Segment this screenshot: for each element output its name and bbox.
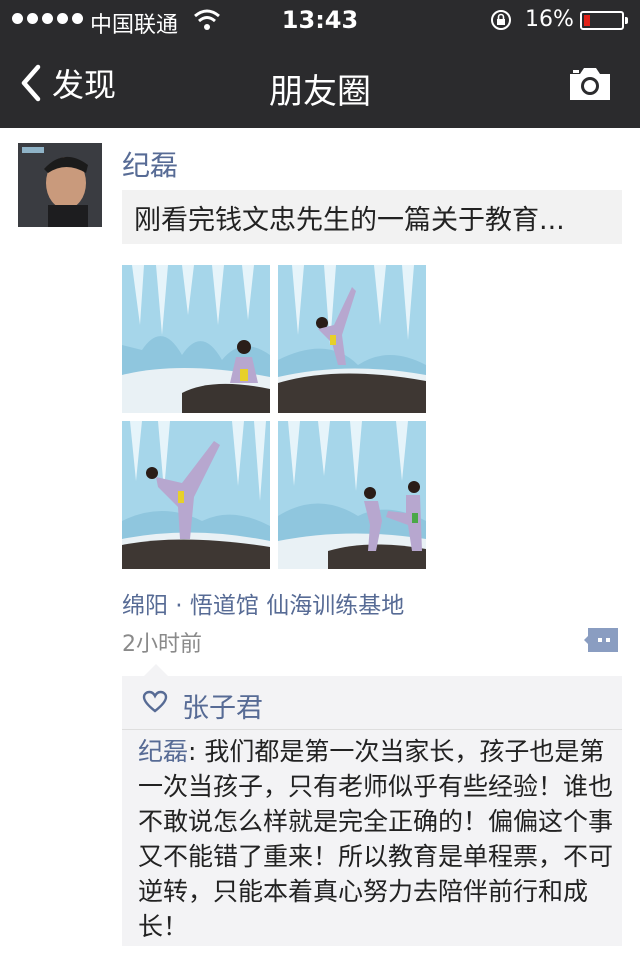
carrier-name: 中国联通	[90, 13, 179, 38]
comment-bubble-icon[interactable]	[584, 626, 620, 654]
chevron-left-icon	[21, 64, 41, 102]
comment-separator: :	[188, 737, 205, 766]
post-author-name[interactable]: 纪磊	[122, 144, 178, 184]
photo-ice-sparring	[278, 421, 426, 569]
shared-article-title: 刚看完钱文忠先生的一篇关于教育...	[134, 204, 565, 236]
heart-icon	[142, 690, 168, 713]
battery-percentage: 16%	[525, 7, 574, 32]
photo-ice-high-kick	[278, 265, 426, 413]
photo-ice-meditation	[122, 265, 270, 413]
post-location[interactable]: 绵阳 · 悟道馆 仙海训练基地	[122, 586, 404, 620]
rotation-lock-icon	[491, 10, 511, 30]
likes-and-comments: 张子君 纪磊: 我们都是第一次当家长，孩子也是第一次当孩子，只有老师似乎有些经验…	[122, 664, 622, 946]
likes-row: 张子君	[122, 676, 622, 730]
back-button[interactable]: 发现	[18, 60, 116, 106]
post-photo-4[interactable]	[278, 421, 426, 569]
post-photo-2[interactable]	[278, 265, 426, 413]
wifi-icon	[194, 9, 220, 30]
comment-text: 我们都是第一次当家长，孩子也是第一次当孩子，只有老师似乎有些经验！谁也不敢说怎么…	[138, 737, 614, 941]
photo-ice-side-kick	[122, 421, 270, 569]
shared-article-link[interactable]: 刚看完钱文忠先生的一篇关于教育...	[122, 190, 622, 244]
post-photo-1[interactable]	[122, 265, 270, 413]
camera-icon[interactable]	[566, 64, 614, 104]
commenter-name[interactable]: 纪磊	[138, 737, 188, 766]
avatar-image	[18, 143, 102, 227]
signal-strength-icon	[12, 13, 83, 24]
navigation-bar: 发现 朋友圈	[0, 40, 640, 128]
post-photo-3[interactable]	[122, 421, 270, 569]
author-avatar[interactable]	[18, 143, 102, 227]
battery-icon	[580, 11, 628, 30]
liker-name[interactable]: 张子君	[182, 686, 263, 725]
battery-level-fill	[584, 15, 590, 26]
back-button-label: 发现	[52, 66, 117, 104]
post-timestamp: 2小时前	[122, 632, 202, 657]
comment-item: 纪磊: 我们都是第一次当家长，孩子也是第一次当孩子，只有老师似乎有些经验！谁也不…	[138, 734, 616, 944]
status-bar: 中国联通 13:43 16%	[0, 0, 640, 40]
